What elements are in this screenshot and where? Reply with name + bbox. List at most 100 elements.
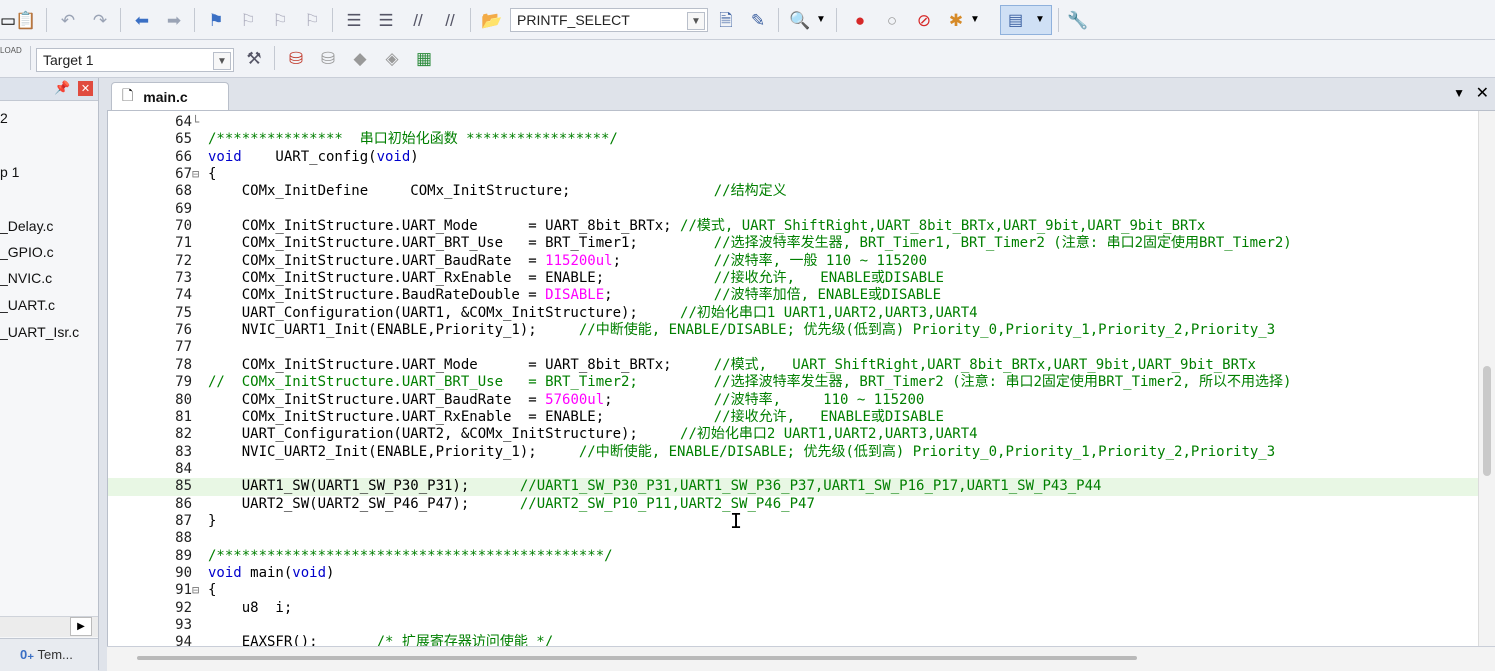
code-line[interactable]: 77 — [108, 339, 1478, 356]
code-text[interactable]: COMx_InitStructure.UART_BaudRate = 11520… — [208, 253, 927, 270]
code-line[interactable]: 94 EAXSFR(); /* 扩展寄存器访问使能 */ — [108, 634, 1478, 646]
code-line[interactable]: 87} — [108, 513, 1478, 530]
horizontal-scrollbar[interactable] — [107, 646, 1495, 671]
code-line[interactable]: 81 COMx_InitStructure.UART_RxEnable = EN… — [108, 409, 1478, 426]
target-options-icon[interactable]: ⚒ — [242, 46, 266, 70]
code-editor[interactable]: 64 └ 65 /*************** 串口初始化函数 **********… — [107, 110, 1495, 646]
paste-icon[interactable]: 📋 — [14, 8, 38, 32]
find-in-files-icon[interactable]: 📂 — [480, 8, 504, 32]
fold-toggle-icon[interactable]: ⊟ — [192, 166, 202, 183]
vertical-scrollbar[interactable] — [1478, 111, 1495, 646]
project-tree-item[interactable]: 2 — [0, 110, 8, 126]
code-text[interactable]: COMx_InitStructure.UART_BRT_Use = BRT_Ti… — [208, 235, 1292, 252]
redo-icon[interactable]: ↷ — [88, 8, 112, 32]
bookmark-prev-icon[interactable]: ⚐ — [236, 8, 260, 32]
code-text[interactable]: NVIC_UART2_Init(ENABLE,Priority_1); //中断… — [208, 444, 1275, 461]
code-text[interactable]: UART_Configuration(UART2, &COMx_InitStru… — [208, 426, 978, 443]
code-line[interactable]: 78 COMx_InitStructure.UART_Mode = UART_8… — [108, 357, 1478, 374]
code-line[interactable]: 93 — [108, 617, 1478, 634]
code-text[interactable]: COMx_InitStructure.BaudRateDouble = DISA… — [208, 287, 941, 304]
configure-wrench-icon[interactable]: 🔧 — [1066, 8, 1090, 32]
close-icon[interactable]: ✕ — [78, 81, 93, 96]
code-text[interactable]: UART_Configuration(UART1, &COMx_InitStru… — [208, 305, 978, 322]
code-line[interactable]: 67 ⊟ { — [108, 166, 1478, 183]
target-select[interactable]: Target 1 ▼ — [36, 48, 234, 72]
find-icon[interactable]: 🗎 — [714, 8, 738, 32]
tab-main-c[interactable]: 🗋 main.c — [111, 82, 229, 110]
vertical-scrollbar-thumb[interactable] — [1483, 366, 1491, 476]
code-text[interactable]: } — [208, 513, 216, 530]
code-text[interactable]: /*************** 串口初始化函数 ***************… — [208, 131, 618, 148]
code-line[interactable]: 75 UART_Configuration(UART1, &COMx_InitS… — [108, 305, 1478, 322]
code-line[interactable]: 65 /*************** 串口初始化函数 *************… — [108, 131, 1478, 148]
bookmark-clear-icon[interactable]: ⚐ — [300, 8, 324, 32]
nav-forward-icon[interactable]: ➡ — [162, 8, 186, 32]
code-line[interactable]: 84 — [108, 461, 1478, 478]
project-tree-item[interactable]: p 1 — [0, 164, 19, 180]
code-text[interactable]: /***************************************… — [208, 548, 613, 565]
code-text[interactable]: // COMx_InitStructure.UART_BRT_Use = BRT… — [208, 374, 1291, 391]
uncomment-icon[interactable]: // — [438, 8, 462, 32]
code-text[interactable]: EAXSFR(); /* 扩展寄存器访问使能 */ — [208, 634, 553, 646]
tab-list-chevron-down-icon[interactable]: ▼ — [1453, 86, 1465, 100]
code-line[interactable]: 89 /*************************************… — [108, 548, 1478, 565]
breakpoint-kill-all-icon[interactable]: ✱ — [944, 8, 968, 32]
breakpoint-enable-icon[interactable]: ○ — [880, 8, 904, 32]
code-line[interactable]: 70 COMx_InitStructure.UART_Mode = UART_8… — [108, 218, 1478, 235]
code-line[interactable]: 73 COMx_InitStructure.UART_RxEnable = EN… — [108, 270, 1478, 287]
bookmark-next-icon[interactable]: ⚐ — [268, 8, 292, 32]
code-line[interactable]: 71 COMx_InitStructure.UART_BRT_Use = BRT… — [108, 235, 1478, 252]
code-text[interactable]: void main(void) — [208, 565, 334, 582]
code-line[interactable]: 68 COMx_InitDefine COMx_InitStructure; /… — [108, 183, 1478, 200]
load-icon-label[interactable]: LOAD — [0, 46, 22, 55]
code-line[interactable]: 83 NVIC_UART2_Init(ENABLE,Priority_1); /… — [108, 444, 1478, 461]
project-tree-item[interactable]: _NVIC.c — [0, 270, 52, 286]
code-text[interactable]: COMx_InitStructure.UART_Mode = UART_8bit… — [208, 357, 1256, 374]
code-line[interactable]: 91 ⊟ { — [108, 582, 1478, 599]
templates-tab[interactable]: 0₊ Tem... — [20, 647, 73, 663]
code-line[interactable]: 66 void UART_config(void) — [108, 149, 1478, 166]
bookmark-insert-icon[interactable]: ⚑ — [204, 8, 228, 32]
code-line[interactable]: 72 COMx_InitStructure.UART_BaudRate = 11… — [108, 253, 1478, 270]
code-text[interactable]: COMx_InitStructure.UART_RxEnable = ENABL… — [208, 409, 944, 426]
nav-back-icon[interactable]: ⬅ — [130, 8, 154, 32]
code-text[interactable]: UART2_SW(UART2_SW_P46_P47); //UART2_SW_P… — [208, 496, 815, 513]
project-tree-item[interactable]: _Delay.c — [0, 218, 53, 234]
debug-session-icon[interactable]: 🔍 — [788, 8, 812, 32]
undo-icon[interactable]: ↶ — [56, 8, 80, 32]
code-line[interactable]: 74 COMx_InitStructure.BaudRateDouble = D… — [108, 287, 1478, 304]
project-tree-item[interactable]: _UART.c — [0, 297, 55, 313]
code-text[interactable]: u8 i; — [208, 600, 293, 617]
horizontal-scrollbar-thumb[interactable] — [137, 656, 1137, 660]
indent-icon[interactable]: ☰ — [342, 8, 366, 32]
code-line[interactable]: 92 u8 i; — [108, 600, 1478, 617]
project-tree-item[interactable]: _UART_Isr.c — [0, 324, 79, 340]
code-line[interactable]: 80 COMx_InitStructure.UART_BaudRate = 57… — [108, 392, 1478, 409]
diamond-icon[interactable]: ◆ — [348, 46, 372, 70]
code-text[interactable]: UART1_SW(UART1_SW_P30_P31); //UART1_SW_P… — [208, 478, 1102, 495]
find-combo[interactable]: PRINTF_SELECT ▼ — [510, 8, 708, 32]
gem-icon[interactable]: ◈ — [380, 46, 404, 70]
breakpoint-insert-icon[interactable]: ● — [848, 8, 872, 32]
chevron-down-icon[interactable]: ▼ — [814, 8, 828, 32]
comment-icon[interactable]: // — [406, 8, 430, 32]
window-layout-button[interactable]: ▤ ▼ — [1000, 5, 1052, 35]
pin-icon[interactable]: 📌 — [54, 80, 70, 96]
pack-installer-icon[interactable]: ▦ — [412, 46, 436, 70]
manage-components-icon[interactable]: ⛁ — [284, 46, 308, 70]
chevron-down-icon[interactable]: ▼ — [687, 12, 705, 30]
fold-toggle-icon[interactable]: ⊟ — [192, 582, 202, 599]
code-line[interactable]: 69 — [108, 201, 1478, 218]
code-text[interactable]: COMx_InitStructure.UART_Mode = UART_8bit… — [208, 218, 1206, 235]
close-editor-icon[interactable]: ✕ — [1476, 83, 1489, 103]
code-text[interactable]: COMx_InitStructure.UART_BaudRate = 57600… — [208, 392, 925, 409]
code-line[interactable]: 82 UART_Configuration(UART2, &COMx_InitS… — [108, 426, 1478, 443]
code-line[interactable]: 86 UART2_SW(UART2_SW_P46_P47); //UART2_S… — [108, 496, 1478, 513]
select-pack-icon[interactable]: ⛁ — [316, 46, 340, 70]
code-line[interactable]: 79 // COMx_InitStructure.UART_BRT_Use = B… — [108, 374, 1478, 391]
breakpoint-disable-all-icon[interactable]: ⊘ — [912, 8, 936, 32]
project-tree-item[interactable]: _GPIO.c — [0, 244, 54, 260]
unindent-icon[interactable]: ☰ — [374, 8, 398, 32]
code-lines[interactable]: 64 └ 65 /*************** 串口初始化函数 **********… — [108, 114, 1478, 646]
code-line[interactable]: 64 └ — [108, 114, 1478, 131]
